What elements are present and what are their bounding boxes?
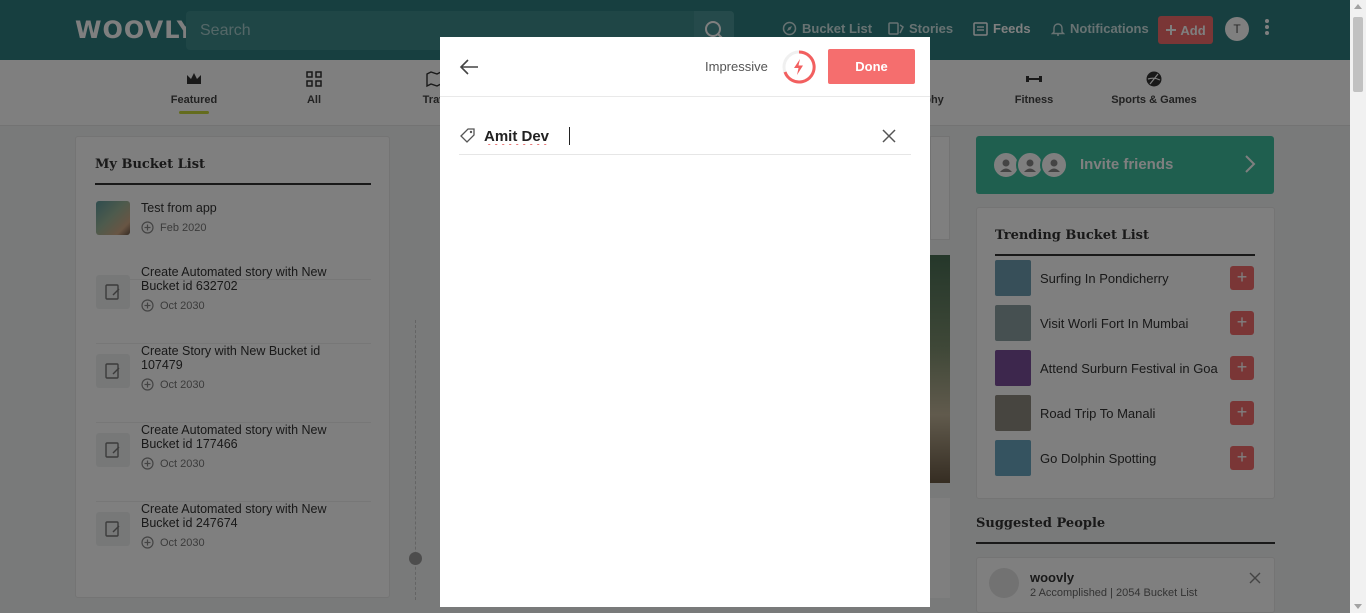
done-button[interactable]: Done	[828, 49, 915, 84]
text-caret	[569, 127, 570, 145]
tag-people-modal: Impressive Done	[440, 37, 930, 607]
tag-people-input[interactable]	[484, 123, 864, 149]
back-arrow-icon[interactable]	[458, 56, 482, 78]
scroll-up-arrow-icon[interactable]	[1354, 4, 1362, 9]
scroll-down-arrow-icon[interactable]	[1354, 604, 1362, 609]
impressive-label: Impressive	[705, 59, 768, 74]
close-icon[interactable]	[881, 128, 897, 144]
tag-icon	[460, 128, 475, 143]
modal-header: Impressive Done	[440, 37, 930, 97]
scroll-thumb[interactable]	[1353, 17, 1363, 92]
tag-input-row	[459, 121, 911, 155]
lightning-bolt-icon[interactable]	[782, 50, 816, 84]
page-scrollbar[interactable]	[1350, 0, 1366, 613]
